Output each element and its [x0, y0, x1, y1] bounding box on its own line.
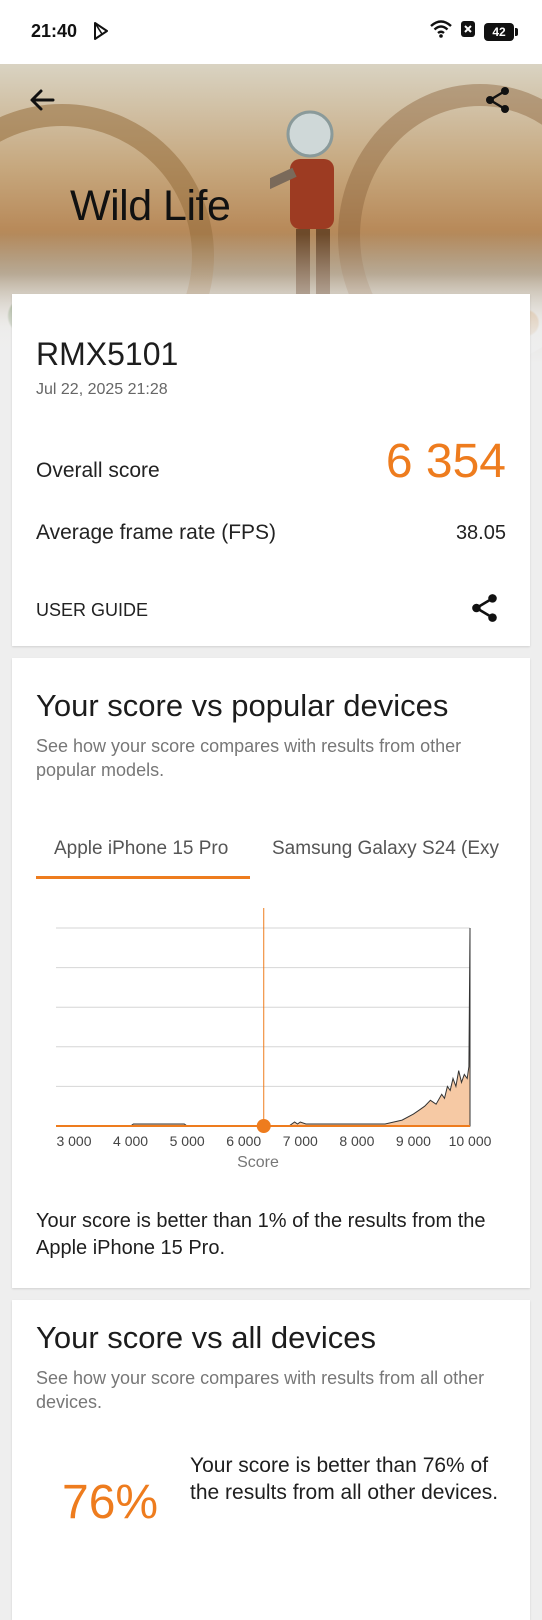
overall-score-value: 6 354	[385, 435, 506, 488]
all-devices-percent: 76%	[62, 1476, 159, 1529]
popular-subtitle: See how your score compares with results…	[36, 736, 462, 780]
active-tab-indicator	[36, 876, 250, 879]
x-tick-label: 8 000	[339, 1133, 374, 1149]
overall-score-label: Overall score	[36, 459, 160, 482]
x-tick-label: 9 000	[396, 1133, 431, 1149]
status-time: 21:40	[31, 21, 78, 41]
share-icon[interactable]	[484, 86, 512, 114]
device-name: RMX5101	[36, 336, 179, 372]
battery-level: 42	[492, 24, 506, 39]
x-tick-label: 5 000	[170, 1133, 205, 1149]
result-card: RMX5101 Jul 22, 2025 21:28 Overall score…	[12, 294, 530, 646]
popular-title: Your score vs popular devices	[36, 688, 449, 723]
fps-value: 38.05	[455, 522, 506, 544]
all-devices-result-text: Your score is better than 76% of the res…	[190, 1454, 499, 1504]
user-guide-link[interactable]: USER GUIDE	[36, 600, 148, 621]
status-bar: 21:40 42	[0, 0, 542, 64]
x-tick-label: 3 000	[56, 1133, 91, 1149]
tab-samsung-galaxy-s24[interactable]: Samsung Galaxy S24 (Exy	[272, 838, 518, 860]
your-score-marker	[256, 1119, 271, 1133]
notification-icon	[460, 20, 476, 43]
play-store-icon	[93, 22, 109, 45]
x-tick-label: 10 000	[449, 1133, 492, 1149]
fps-label: Average frame rate (FPS)	[36, 521, 277, 544]
all-devices-card: Your score vs all devices See how your s…	[12, 1300, 530, 1620]
all-devices-title: Your score vs all devices	[36, 1320, 377, 1355]
chart-area-series	[74, 927, 471, 1127]
all-devices-subtitle: See how your score compares with results…	[36, 1368, 485, 1412]
battery-icon: 42	[484, 22, 518, 41]
x-tick-label: 6 000	[226, 1133, 261, 1149]
wifi-icon	[430, 20, 452, 43]
x-tick-label: 4 000	[113, 1133, 148, 1149]
score-distribution-chart: 3 000 4 000 5 000 6 000 7 000 8 000 9 000 10 00…	[56, 908, 492, 1171]
popular-devices-card: Your score vs popular devices See how yo…	[12, 658, 530, 1288]
x-axis-label: Score	[237, 1154, 279, 1171]
x-tick-label: 7 000	[283, 1133, 318, 1149]
tab-apple-iphone-15-pro[interactable]: Apple iPhone 15 Pro	[54, 838, 228, 860]
result-date: Jul 22, 2025 21:28	[36, 381, 168, 398]
back-arrow-icon[interactable]	[28, 86, 56, 114]
share-result-icon[interactable]	[470, 593, 500, 623]
popular-result-text: Your score is better than 1% of the resu…	[36, 1210, 486, 1259]
page-title: Wild Life	[70, 182, 231, 230]
